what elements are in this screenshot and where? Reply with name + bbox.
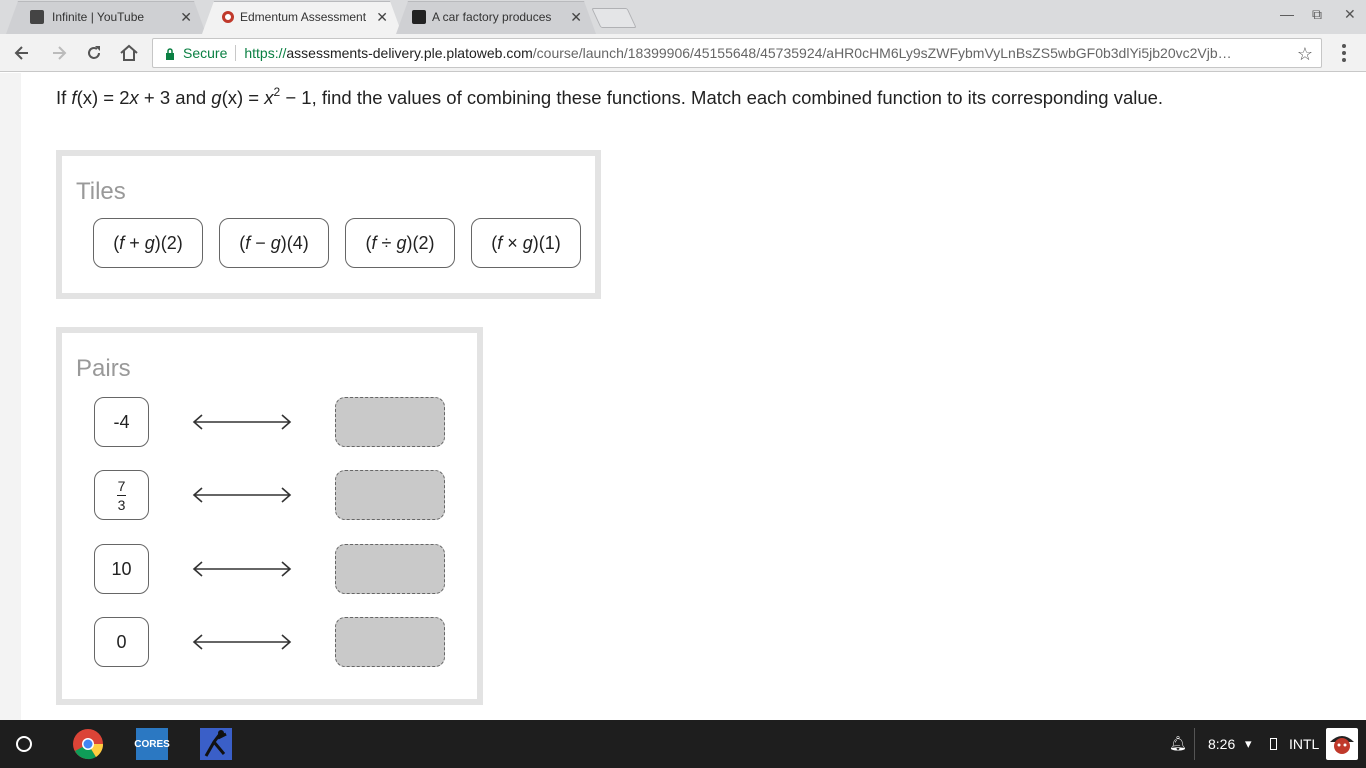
forward-button[interactable] (46, 40, 72, 66)
tiles-title: Tiles (76, 178, 126, 205)
tab-edmentum[interactable]: Edmentum Assessment ✕ (202, 1, 402, 34)
close-icon[interactable]: ✕ (570, 9, 582, 25)
tile-text: )(4) (280, 232, 309, 253)
brainly-icon (412, 10, 426, 24)
os-taskbar: CORES 🔔︎ 8:26 ▾ INTL (0, 720, 1366, 768)
tile-text: )(2) (406, 232, 435, 253)
arrow-right-icon (53, 46, 67, 60)
close-window-icon[interactable]: ✕ (1344, 6, 1356, 23)
home-button[interactable] (116, 40, 142, 66)
question-fragment: = (243, 87, 265, 108)
divider (1194, 728, 1195, 760)
lock-icon (165, 47, 175, 60)
url-host: assessments-delivery.ple.platoweb.com (286, 45, 533, 61)
input-method[interactable]: INTL (1289, 736, 1319, 752)
tile-text: × (502, 232, 523, 253)
new-tab-button[interactable] (591, 8, 637, 28)
reload-button[interactable] (81, 40, 107, 66)
avatar[interactable] (1326, 728, 1358, 760)
pair-value: 7 3 (94, 470, 149, 520)
fraction-bar (117, 494, 126, 496)
double-arrow-icon (192, 634, 292, 650)
home-icon (120, 44, 138, 61)
back-button[interactable] (9, 40, 35, 66)
tile-f-times-g[interactable]: (f × g)(1) (471, 218, 581, 268)
battery-icon[interactable] (1270, 738, 1277, 750)
drop-target[interactable] (335, 544, 445, 594)
drop-target[interactable] (335, 617, 445, 667)
question-fragment: (x) (221, 87, 244, 108)
pair-value: -4 (94, 397, 149, 447)
browser-toolbar: Secure https:// assessments-delivery.ple… (0, 34, 1366, 72)
tab-title: Edmentum Assessment (240, 10, 367, 24)
menu-dots-icon[interactable] (1336, 44, 1352, 64)
double-arrow-icon (192, 414, 292, 430)
question-fragment: g (211, 87, 222, 108)
clock[interactable]: 8:26 (1208, 736, 1235, 752)
drop-target[interactable] (335, 397, 445, 447)
tab-youtube[interactable]: Infinite | YouTube ✕ (6, 1, 206, 34)
url-path: /course/launch/18399906/45155648/4573592… (532, 45, 1233, 61)
close-icon[interactable]: ✕ (376, 9, 388, 25)
question-fragment: x (264, 87, 274, 108)
pair-value-text: 10 (111, 558, 132, 579)
bookmark-star-icon[interactable]: ☆ (1297, 44, 1313, 65)
pair-value: 0 (94, 617, 149, 667)
tile-text: + (124, 232, 145, 253)
pairs-panel: Pairs -4 7 3 10 0 (56, 327, 483, 705)
tile-text: g (144, 232, 155, 253)
chrome-icon[interactable] (72, 728, 104, 760)
tab-strip: Infinite | YouTube ✕ Edmentum Assessment… (0, 0, 1366, 34)
secure-label: Secure (183, 45, 228, 61)
notification-bell-icon[interactable]: 🔔︎ (1169, 735, 1187, 752)
tile-text: g (522, 232, 533, 253)
launcher-icon[interactable] (16, 736, 32, 752)
tile-text: )(1) (532, 232, 561, 253)
url-scheme: https:// (244, 45, 287, 61)
tile-text: g (270, 232, 281, 253)
tile-text: ÷ (376, 232, 397, 253)
arrow-left-icon (14, 46, 28, 60)
question-fragment: If (56, 87, 72, 108)
pair-value: 10 (94, 544, 149, 594)
pair-value-text: -4 (113, 411, 130, 432)
restore-icon[interactable]: ⧉ (1312, 6, 1322, 23)
tile-text: g (396, 232, 407, 253)
tab-car-factory[interactable]: A car factory produces ✕ (396, 1, 596, 34)
question-fragment: (x) (76, 87, 99, 108)
divider (235, 45, 237, 61)
question-fragment: = 2 (98, 87, 130, 108)
tile-f-div-g[interactable]: (f ÷ g)(2) (345, 218, 455, 268)
tile-f-minus-g[interactable]: (f − g)(4) (219, 218, 329, 268)
fraction-denominator: 3 (117, 496, 126, 513)
question-fragment: + 3 and (138, 87, 212, 108)
fraction-numerator: 7 (117, 477, 126, 494)
dancer-app-icon[interactable] (200, 728, 232, 760)
double-arrow-icon (192, 487, 292, 503)
tile-f-plus-g[interactable]: (f + g)(2) (93, 218, 203, 268)
tiles-panel: Tiles (f + g)(2) (f − g)(4) (f ÷ g)(2) (… (56, 150, 601, 299)
question-fragment: x (129, 87, 139, 108)
pair-value-text: 0 (116, 631, 127, 652)
close-icon[interactable]: ✕ (180, 9, 192, 25)
wifi-icon[interactable]: ▾ (1245, 736, 1252, 752)
question-fragment: − 1, find the values of combining these … (280, 87, 1164, 108)
tab-title: Infinite | YouTube (52, 10, 145, 24)
tile-text: )(2) (154, 232, 183, 253)
address-bar[interactable]: Secure https:// assessments-delivery.ple… (152, 38, 1322, 68)
minimize-icon[interactable]: — (1280, 6, 1294, 22)
cores-app-icon[interactable]: CORES (134, 728, 170, 760)
edmentum-logo-icon (222, 11, 234, 23)
left-margin (0, 73, 21, 720)
question-text: If f(x) = 2x + 3 and g(x) = x2 − 1, find… (56, 85, 1163, 109)
tile-text: − (250, 232, 271, 253)
monitor-icon (30, 10, 44, 24)
tab-title: A car factory produces (432, 10, 552, 24)
reload-icon (88, 46, 100, 59)
fraction: 7 3 (117, 479, 126, 512)
drop-target[interactable] (335, 470, 445, 520)
double-arrow-icon (192, 561, 292, 577)
pairs-title: Pairs (76, 355, 131, 382)
cores-label: CORES (134, 738, 170, 750)
